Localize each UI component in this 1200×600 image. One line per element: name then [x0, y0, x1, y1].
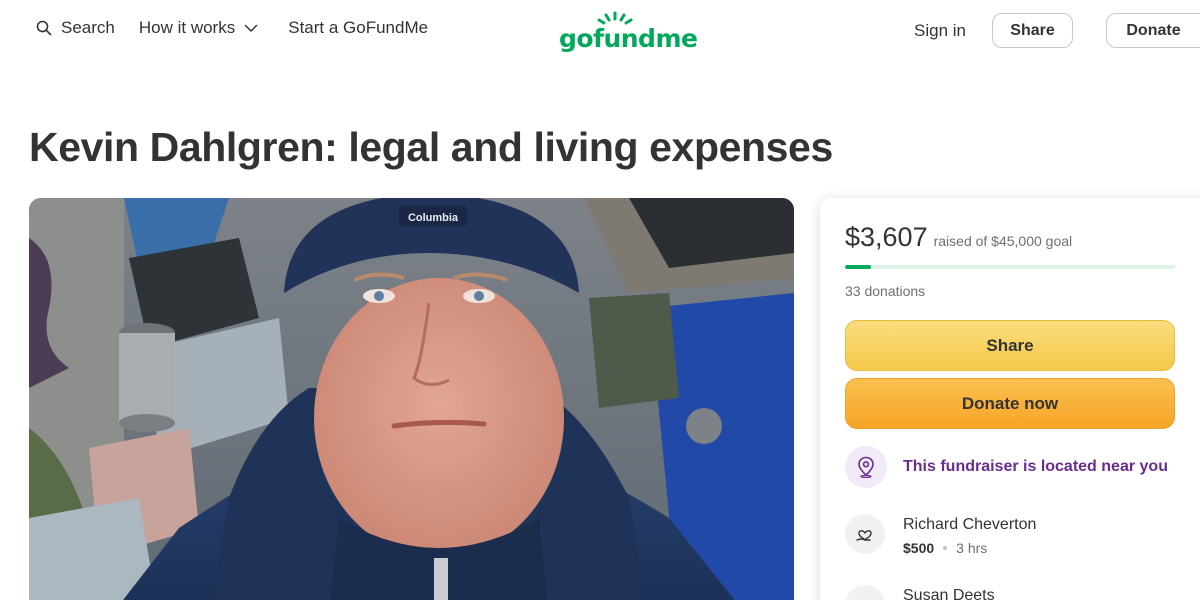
donor-details: Susan Deets: [903, 585, 995, 600]
donor-name: Richard Cheverton: [903, 516, 1037, 533]
donation-count: 33 donations: [845, 283, 926, 299]
gofundme-logo[interactable]: gofundme: [559, 10, 698, 53]
sign-in-link[interactable]: Sign in: [914, 21, 966, 41]
search-link[interactable]: Search: [36, 18, 115, 38]
donation-heart-icon: [856, 530, 872, 541]
location-text: This fundraiser is located near you: [903, 458, 1168, 475]
progress-bar: [845, 265, 1175, 269]
donor-time: 3 hrs: [956, 540, 988, 556]
donor-details: Richard Cheverton $500 3 hrs: [903, 514, 1036, 556]
donor-meta: $500 3 hrs: [903, 540, 1036, 556]
header-donate-button[interactable]: Donate: [1106, 13, 1200, 48]
recent-donation: Susan Deets: [845, 585, 995, 600]
amount-raised: $3,607 raised of $45,000 goal: [845, 222, 1072, 253]
donor-amount: $500: [903, 540, 935, 556]
site-header: Search How it works Start a GoFundMe gof…: [0, 0, 1200, 62]
goal-text: raised of $45,000 goal: [933, 233, 1073, 249]
logo-wordmark: gofundme: [559, 24, 698, 53]
start-gofundme-link[interactable]: Start a GoFundMe: [288, 18, 428, 38]
hero-photo: Columbia: [29, 198, 794, 600]
how-it-works-menu[interactable]: How it works: [139, 18, 258, 38]
chevron-down-icon: [244, 24, 258, 32]
donation-heart-icon: [854, 594, 876, 600]
campaign-title: Kevin Dahlgren: legal and living expense…: [29, 124, 833, 170]
location-icon-circle: [845, 446, 887, 488]
donor-icon-circle: [845, 585, 885, 600]
progress-fill: [845, 265, 872, 269]
search-icon: [36, 20, 52, 36]
account-nav: Sign in Share Donate: [914, 13, 1200, 48]
separator-dot: [943, 546, 948, 550]
donor-name: Susan Deets: [903, 587, 995, 600]
map-pin-icon: [858, 456, 874, 478]
cap-brand-label: Columbia: [408, 212, 459, 224]
primary-nav: Search How it works Start a GoFundMe: [36, 18, 428, 38]
campaign-hero-image[interactable]: Columbia: [29, 198, 794, 600]
location-notice[interactable]: This fundraiser is located near you: [845, 446, 1168, 488]
start-gofundme-label: Start a GoFundMe: [288, 18, 429, 37]
raised-amount: $3,607: [845, 222, 928, 252]
donation-card: $3,607 raised of $45,000 goal 33 donatio…: [820, 198, 1200, 600]
share-button[interactable]: Share: [845, 320, 1175, 371]
donate-now-button[interactable]: Donate now: [845, 378, 1175, 429]
header-share-button[interactable]: Share: [992, 13, 1073, 48]
search-label: Search: [61, 18, 115, 37]
donor-icon-circle: [845, 514, 885, 554]
how-it-works-label: How it works: [138, 18, 236, 37]
recent-donation: Richard Cheverton $500 3 hrs: [845, 514, 1036, 556]
